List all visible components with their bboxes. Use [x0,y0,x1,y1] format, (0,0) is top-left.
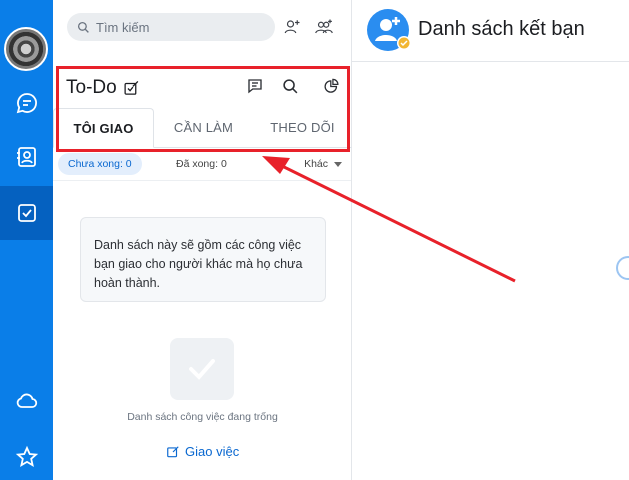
todo-title-text: To-Do [66,77,117,98]
create-group-button[interactable] [311,14,337,40]
filter-other-label: Khác [304,158,328,170]
chat-icon [16,93,37,114]
message-icon [248,79,262,94]
rail-cloud[interactable] [0,374,53,428]
search-icon [77,21,89,33]
filter-done[interactable]: Đã xong: 0 [176,158,227,170]
assign-task-label: Giao việc [185,444,240,459]
tab-toi-giao[interactable]: TÔI GIAO [53,108,154,148]
assign-task-button[interactable]: Giao việc [166,444,239,459]
add-friend-button[interactable] [279,14,305,40]
app-window: To-Do TÔI GIAO CẦN LÀM THEO DÕI Chưa xon… [0,0,629,480]
rail-chat[interactable] [0,76,53,130]
check-badge-icon [397,36,411,50]
todo-search-button[interactable] [277,73,303,99]
todo-tabs: TÔI GIAO CẦN LÀM THEO DÕI [53,108,352,148]
add-friend-icon [284,20,300,34]
create-group-icon [315,19,333,34]
edit-note-icon [167,445,179,457]
star-icon [15,445,38,468]
avatar[interactable] [4,27,48,71]
content-header: Danh sách kết bạn [352,0,629,62]
divider [53,180,351,181]
todo-title: To-Do [66,77,140,99]
cloud-icon [16,393,37,408]
search-icon [282,78,297,93]
content-title: Danh sách kết bạn [418,18,585,40]
search-bar[interactable] [67,13,275,41]
filter-pending[interactable]: Chưa xong: 0 [58,153,142,175]
pie-chart-icon [324,78,339,93]
empty-state-image [170,338,234,400]
content-area: Danh sách kết bạn [352,0,629,480]
filter-bar: Chưa xong: 0 Đã xong: 0 Khác [53,152,352,178]
tab-can-lam[interactable]: CẦN LÀM [154,108,253,147]
message-button[interactable] [242,73,268,99]
info-card: Danh sách này sẽ gồm các công việc bạn g… [80,217,326,302]
rail-todo[interactable] [0,186,53,240]
chevron-down-icon [334,161,342,167]
todo-check-icon [17,204,36,222]
contacts-icon [16,147,36,167]
checkmark-icon [189,359,215,380]
empty-state-text: Danh sách công việc đang trống [127,411,278,423]
filter-other-dropdown[interactable]: Khác [304,158,342,170]
rail-contacts[interactable] [0,130,53,184]
loading-spinner-icon [616,256,629,280]
rail-favorites[interactable] [0,430,53,480]
tab-theo-doi[interactable]: THEO DÕI [253,108,352,147]
left-rail [0,0,53,480]
edit-note-icon[interactable] [123,80,140,97]
stats-button[interactable] [318,73,344,99]
search-input[interactable] [96,19,266,35]
